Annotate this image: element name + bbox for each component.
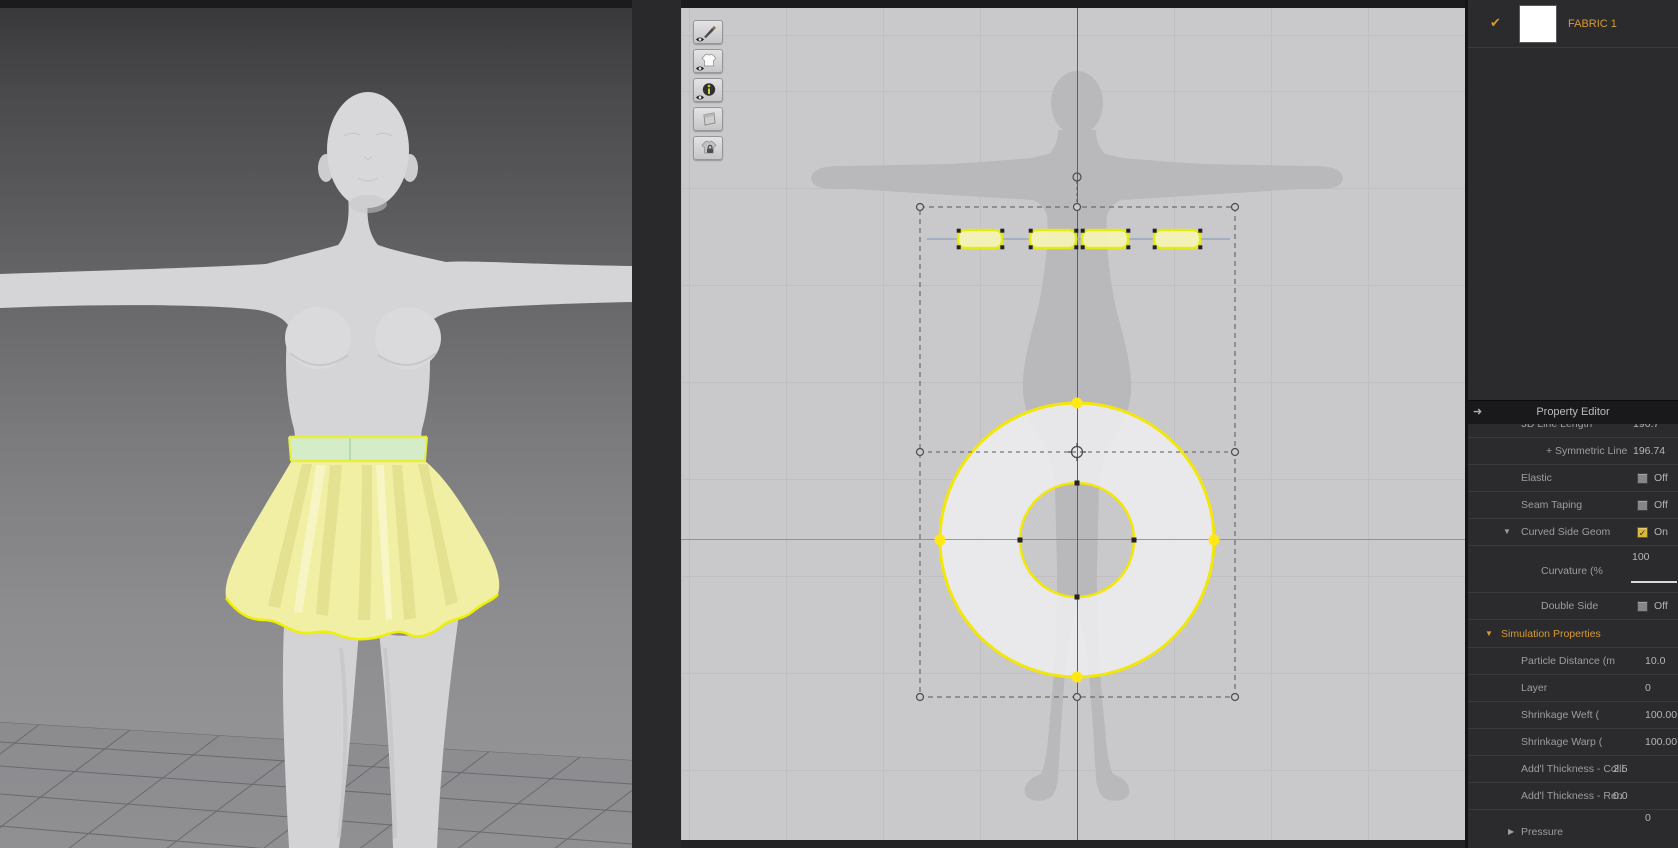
property-row-double-side: Double Side Off — [1468, 593, 1678, 620]
property-row-curvature: 100 Curvature (% — [1468, 546, 1678, 593]
property-label: Curved Side Geom — [1521, 526, 1611, 538]
property-toggle-state: Off — [1654, 600, 1668, 612]
property-label: Seam Taping — [1521, 499, 1583, 511]
property-row-add-l-thickness-colli: Add'l Thickness - Colli 2.5 — [1468, 756, 1678, 783]
lock-pattern-toggle[interactable] — [693, 136, 723, 160]
waistband-strip-3 — [1080, 228, 1130, 250]
property-label: 3D Line Length — [1521, 424, 1593, 430]
fabric-name[interactable]: FABRIC 1 — [1568, 18, 1617, 30]
scene-2d — [681, 8, 1465, 840]
property-label: Shrinkage Weft ( — [1521, 709, 1600, 721]
property-row-add-l-thickness-ren: Add'l Thickness - Ren 0.0 — [1468, 783, 1678, 810]
row-expander-icon[interactable]: ▼ — [1503, 527, 1511, 536]
property-label: Add'l Thickness - Colli — [1521, 763, 1624, 775]
show-pattern-information-toggle[interactable] — [693, 78, 723, 102]
property-toggle-state: Off — [1654, 499, 1668, 511]
property-slider[interactable] — [1631, 581, 1677, 583]
property-checkbox[interactable] — [1637, 473, 1648, 484]
property-label: Pressure — [1521, 826, 1564, 838]
property-editor-header[interactable]: ➜ Property Editor — [1468, 400, 1678, 424]
property-value[interactable]: 196.7 — [1633, 424, 1659, 430]
show-pen-toggle[interactable] — [693, 20, 723, 44]
property-editor-title: Property Editor — [1536, 406, 1610, 418]
right-sidebar: ✔ FABRIC 1 ➜ Property Editor 3D Line Len… — [1468, 0, 1678, 848]
skirt-garment-3d[interactable] — [225, 435, 500, 641]
property-label: Shrinkage Warp ( — [1521, 736, 1603, 748]
waistband-strip-1 — [956, 228, 1004, 250]
property-toggle-state: Off — [1654, 472, 1668, 484]
property-toggle-state: On — [1654, 526, 1669, 538]
property-editor-rows: 3D Line Length 196.7 + Symmetric Line 196.7… — [1468, 424, 1678, 843]
bottom-window-edge — [681, 840, 1465, 848]
property-row-pressure: 0 ▶ Pressure — [1468, 810, 1678, 843]
property-row-symmetric-line: + Symmetric Line 196.74 — [1468, 438, 1678, 465]
viewport-3d[interactable] — [0, 8, 632, 848]
property-row-elastic: Elastic Off — [1468, 465, 1678, 492]
application-window: ✔ FABRIC 1 ➜ Property Editor 3D Line Len… — [0, 0, 1678, 848]
property-label: Layer — [1521, 682, 1548, 694]
property-value[interactable]: 0.0 — [1613, 790, 1628, 802]
property-value[interactable]: 2.5 — [1613, 763, 1628, 775]
property-row-simulation-properties: ▼ Simulation Properties — [1468, 620, 1678, 648]
show-pattern-toggle[interactable] — [693, 49, 723, 73]
property-value[interactable]: 196.74 — [1633, 445, 1665, 457]
fabric-visible-check-icon[interactable]: ✔ — [1490, 15, 1501, 31]
property-label: + Symmetric Line — [1546, 445, 1628, 457]
scene-3d — [0, 92, 632, 848]
property-row-3d-line-length: 3D Line Length 196.7 — [1468, 424, 1678, 438]
property-checkbox[interactable]: ✓ — [1637, 527, 1648, 538]
panel-splitter[interactable] — [632, 0, 681, 848]
pattern-piece-icon — [703, 112, 716, 126]
property-label: Curvature (% — [1541, 565, 1603, 577]
waistband-strip-2 — [1028, 228, 1078, 250]
property-value[interactable]: 10.0 — [1645, 655, 1665, 667]
property-value[interactable]: 100.00 — [1645, 709, 1677, 721]
property-value[interactable]: 100.00 — [1645, 736, 1677, 748]
property-label: Elastic — [1521, 472, 1552, 484]
property-row-seam-taping: Seam Taping Off — [1468, 492, 1678, 519]
waistband-strip-4 — [1152, 228, 1202, 250]
property-row-particle-distance-m: Particle Distance (m 10.0 — [1468, 648, 1678, 675]
property-value[interactable]: 0 — [1645, 812, 1651, 824]
show-arrangement-toggle[interactable] — [693, 107, 723, 131]
property-checkbox[interactable] — [1637, 601, 1648, 612]
property-label: Particle Distance (m — [1521, 655, 1615, 667]
property-label: Double Side — [1541, 600, 1599, 612]
fabric-swatch[interactable] — [1519, 5, 1557, 43]
fabric-list-item[interactable]: ✔ FABRIC 1 — [1468, 0, 1678, 48]
property-row-layer: Layer 0 — [1468, 675, 1678, 702]
pattern-window-2d[interactable] — [681, 8, 1465, 840]
property-row-shrinkage-warp: Shrinkage Warp ( 100.00 — [1468, 729, 1678, 756]
waistband-3d — [289, 437, 427, 461]
property-value[interactable]: 100 — [1632, 551, 1650, 563]
row-expander-icon[interactable]: ▶ — [1508, 827, 1514, 836]
shirt-lock-icon — [701, 140, 717, 154]
property-row-shrinkage-weft: Shrinkage Weft ( 100.00 — [1468, 702, 1678, 729]
property-row-curved-side-geom: ▼ Curved Side Geom ✓ On — [1468, 519, 1678, 546]
top-window-edge — [0, 0, 1468, 8]
property-value[interactable]: 0 — [1645, 682, 1651, 694]
section-label[interactable]: Simulation Properties — [1501, 628, 1601, 640]
section-expander-icon[interactable]: ▼ — [1485, 629, 1493, 638]
property-checkbox[interactable] — [1637, 500, 1648, 511]
property-label: Add'l Thickness - Ren — [1521, 790, 1623, 802]
